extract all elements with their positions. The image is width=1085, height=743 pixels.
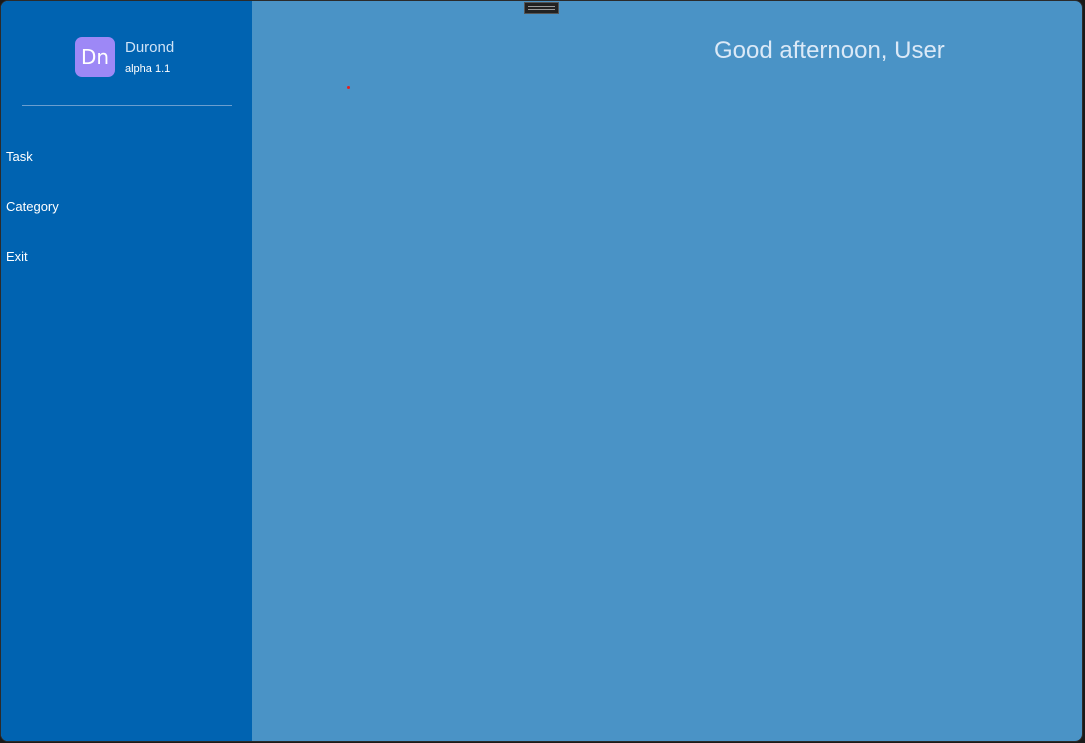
drag-handle-line [528,9,555,10]
app-window: Dn Durond alpha 1.1 Task Category Exit G… [0,0,1083,742]
sidebar-divider [22,105,232,106]
app-name: Durond [125,39,175,56]
app-logo: Dn [75,37,115,77]
sidebar-item-exit[interactable]: Exit [1,242,252,272]
app-version: alpha 1.1 [125,63,171,75]
sidebar: Dn Durond alpha 1.1 Task Category Exit [1,1,252,741]
greeting-text: Good afternoon, User [714,37,945,64]
drag-handle-line [528,6,555,7]
sidebar-item-task[interactable]: Task [1,142,252,172]
red-dot-marker [347,86,350,89]
window-drag-handle[interactable] [524,2,559,14]
sidebar-item-category[interactable]: Category [1,192,252,222]
